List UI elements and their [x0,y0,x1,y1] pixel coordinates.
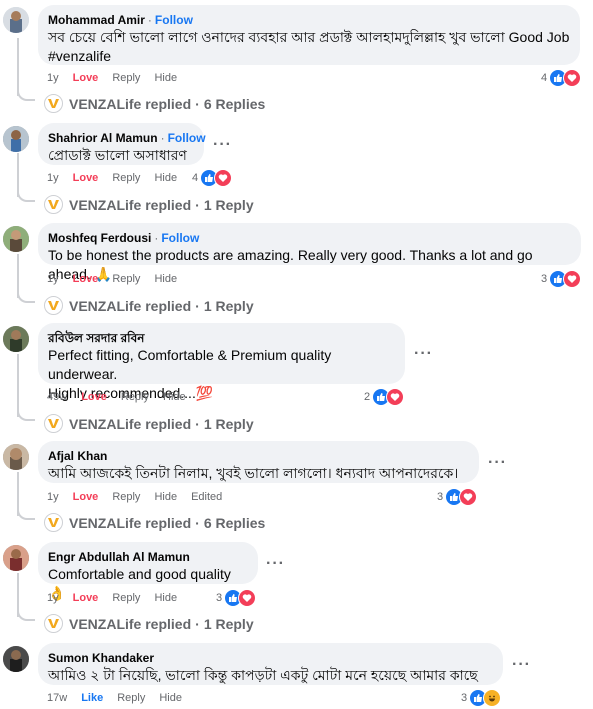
venza-logo-icon [44,94,63,113]
replies-link[interactable]: VENZALife replied · 1 Reply [44,296,254,315]
comment-time[interactable]: 1y [47,72,59,84]
reply-button[interactable]: Reply [112,72,140,84]
reaction-love-button[interactable]: Love [73,172,99,184]
reaction-summary[interactable]: 2 [364,388,405,406]
avatar[interactable] [3,444,29,470]
hide-button[interactable]: Hide [154,273,177,285]
comment-time[interactable]: 1y [47,273,59,285]
hide-button[interactable]: Hide [154,592,177,604]
more-options-icon[interactable]: ··· [213,136,232,154]
love-reaction-icon [386,388,405,406]
reaction-love-button[interactable]: Love [73,491,99,503]
love-reaction-icon [563,270,582,288]
avatar[interactable] [3,126,29,152]
avatar[interactable] [3,7,29,33]
reaction-love-button[interactable]: Love [73,273,99,285]
venza-logo-icon [44,195,63,214]
replies-link[interactable]: VENZALife replied · 6 Replies [44,94,265,113]
haha-reaction-icon [483,689,502,707]
reaction-summary[interactable]: 3 [461,689,502,707]
more-options-icon[interactable]: ··· [414,345,433,363]
comment-time[interactable]: 17w [47,692,67,704]
avatar[interactable] [3,545,29,571]
hide-button[interactable]: Hide [154,491,177,503]
hide-button[interactable]: Hide [154,72,177,84]
avatar[interactable] [3,326,29,352]
replies-link[interactable]: VENZALife replied · 1 Reply [44,414,254,433]
comment-author[interactable]: Shahrior Al Mamun [48,131,158,145]
follow-link[interactable]: Follow [168,131,206,145]
reply-button[interactable]: Reply [112,592,140,604]
venza-logo-icon [44,414,63,433]
edited-label[interactable]: Edited [191,491,222,503]
comment-author[interactable]: Moshfeq Ferdousi [48,231,151,245]
reply-button[interactable]: Reply [112,491,140,503]
comment-bubble: রবিউল সরদার রবিন Perfect fitting, Comfor… [38,323,405,401]
reaction-love-button[interactable]: Love [73,592,99,604]
follow-link[interactable]: Follow [161,231,199,245]
hide-button[interactable]: Hide [159,692,182,704]
comment-bubble: Sumon Khandaker আমিও ২ টা নিয়েছি, ভালো … [38,643,503,685]
replies-link[interactable]: VENZALife replied · 1 Reply [44,614,254,633]
love-reaction-icon [459,488,478,506]
comment-author[interactable]: Engr Abdullah Al Mamun [48,550,190,564]
reply-button[interactable]: Reply [121,391,149,403]
reply-button[interactable]: Reply [112,172,140,184]
comment-text: আমি আজকেই তিনটা নিলাম, খুবই ভালো লাগলো। … [48,465,459,481]
hashtag-link[interactable]: #venzalife [48,47,570,66]
replies-link[interactable]: VENZALife replied · 1 Reply [44,195,254,214]
hide-button[interactable]: Hide [154,172,177,184]
hide-button[interactable]: Hide [163,391,186,403]
reaction-summary[interactable]: 3 [216,589,257,607]
replies-link[interactable]: VENZALife replied · 6 Replies [44,513,265,532]
reaction-summary[interactable]: 3 [541,270,582,288]
more-options-icon[interactable]: ··· [488,454,507,472]
avatar[interactable] [3,226,29,252]
reaction-like-button[interactable]: Like [81,692,103,704]
comment-time[interactable]: 1y [47,172,59,184]
comment-bubble: Engr Abdullah Al Mamun Comfortable and g… [38,542,258,601]
comment-bubble: Afjal Khan আমি আজকেই তিনটা নিলাম, খুবই ভ… [38,441,479,483]
venza-logo-icon [44,513,63,532]
venza-logo-icon [44,614,63,633]
reaction-love-button[interactable]: Love [81,391,107,403]
comment-author[interactable]: Mohammad Amir [48,13,145,27]
comment-text: Perfect fitting, Comfortable & Premium q… [48,347,332,382]
more-options-icon[interactable]: ··· [512,656,531,674]
reaction-summary[interactable]: 4 [192,169,233,187]
comment-bubble: Shahrior Al Mamun · Follow প্রোডাক্ট ভালো … [38,123,206,165]
comment-bubble: Moshfeq Ferdousi · Follow To be honest the… [38,223,581,282]
reaction-summary[interactable]: 4 [541,69,582,87]
comment-time[interactable]: 1y [47,491,59,503]
comment-author[interactable]: Sumon Khandaker [48,651,154,665]
reaction-love-button[interactable]: Love [73,72,99,84]
reply-button[interactable]: Reply [117,692,145,704]
avatar[interactable] [3,646,29,672]
comment-time[interactable]: 49w [47,391,67,403]
comment-text: প্রোডাক্ট ভালো অসাধারণ [48,147,187,163]
comment-time[interactable]: 1y [47,592,59,604]
follow-link[interactable]: Follow [155,13,193,27]
reply-button[interactable]: Reply [112,273,140,285]
love-reaction-icon [563,69,582,87]
comment-text: সব চেয়ে বেশি ভালো লাগে ওনাদের ব্যবহার আ… [48,29,570,45]
reaction-summary[interactable]: 3 [437,488,478,506]
love-reaction-icon [238,589,257,607]
comment-author[interactable]: রবিউল সরদার রবিন [48,331,144,345]
more-options-icon[interactable]: ··· [266,555,285,573]
comment-text: আমিও ২ টা নিয়েছি, ভালো কিন্তু কাপড়টা এ… [48,667,478,683]
venza-logo-icon [44,296,63,315]
love-reaction-icon [214,169,233,187]
comment-bubble: Mohammad Amir · Follow সব চেয়ে বেশি ভালো … [38,5,580,65]
comment-author[interactable]: Afjal Khan [48,449,107,463]
